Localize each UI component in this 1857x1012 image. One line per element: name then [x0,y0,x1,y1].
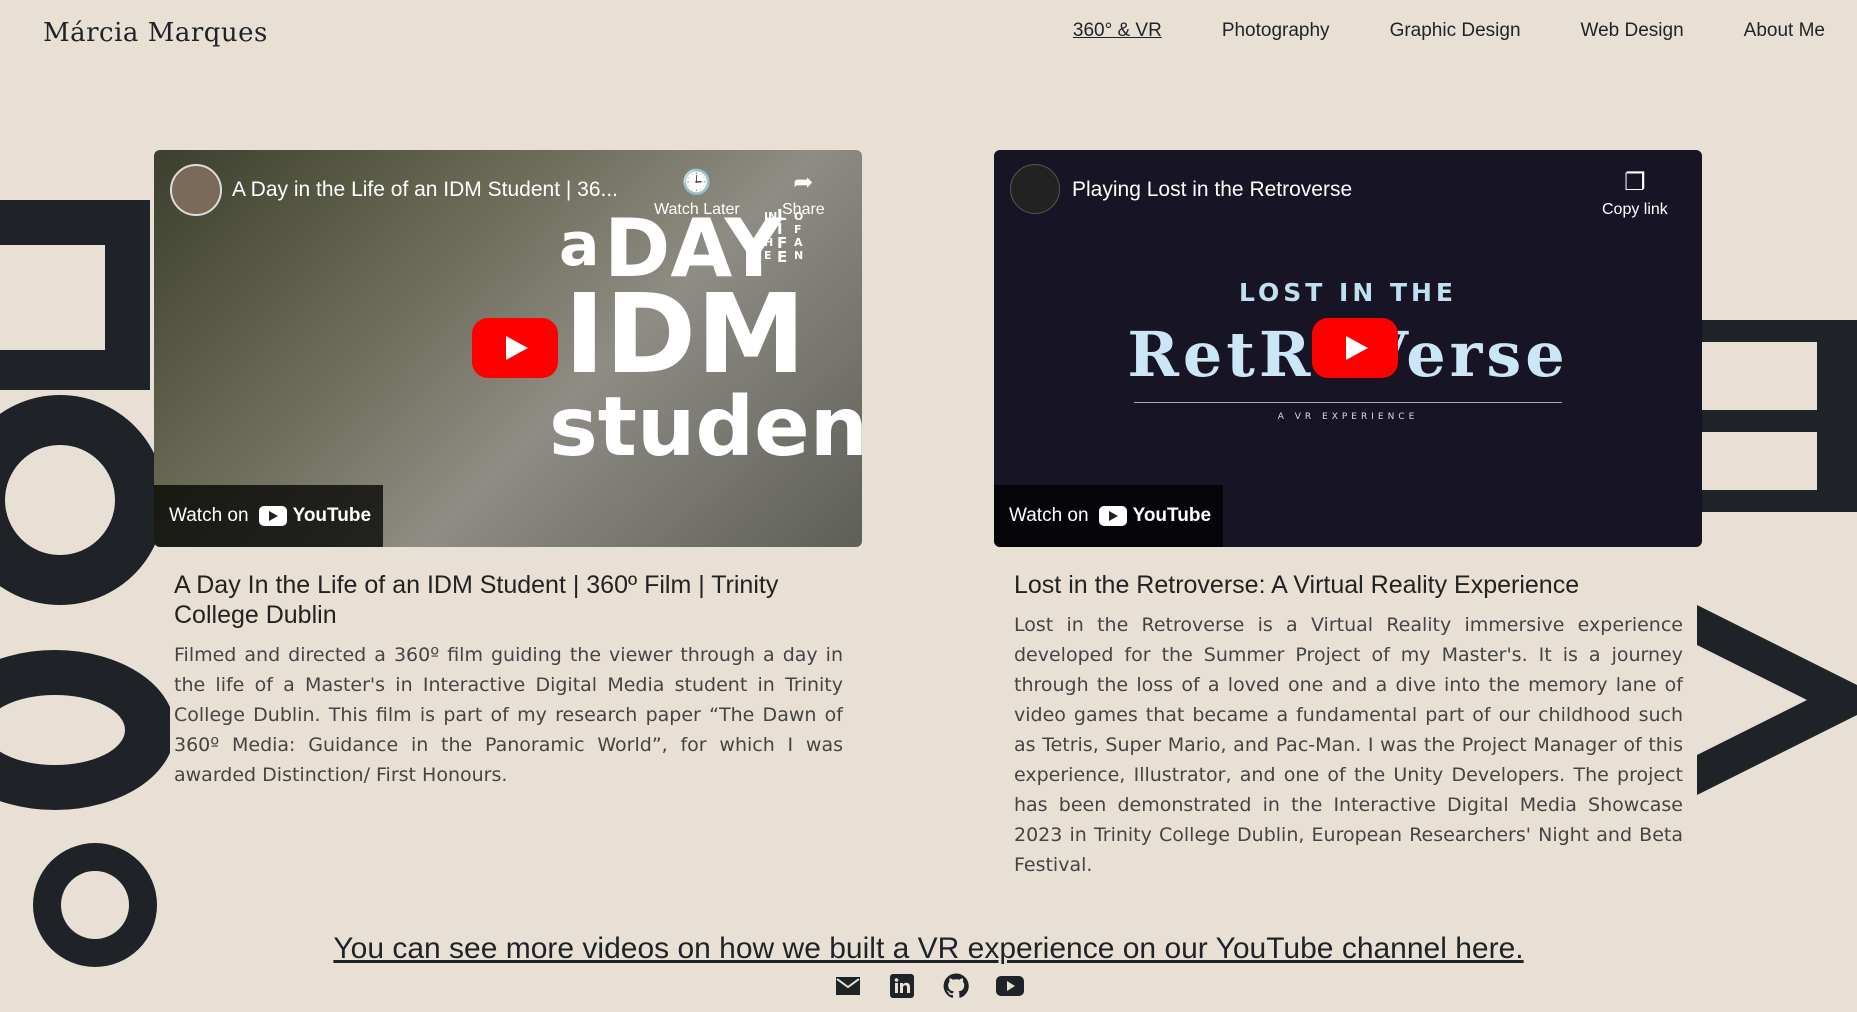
overlay-student: student [549,380,862,475]
youtube-channel-link-row: You can see more videos on how we built … [0,932,1857,966]
copy-link-label: Copy link [1602,201,1668,218]
youtube-logo: YouTube [1098,505,1212,527]
social-links [834,972,1024,1000]
card-title-retroverse: Lost in the Retroverse: A Virtual Realit… [1014,571,1580,599]
youtube-wordmark: YouTube [292,505,372,526]
nav-360-vr[interactable]: 360° & VR [1073,20,1162,42]
youtube-wordmark: YouTube [1132,505,1212,526]
poster-divider [1134,402,1562,403]
share-icon: ➦ [793,169,814,196]
video-title[interactable]: Playing Lost in the Retroverse [1072,178,1352,202]
main-nav: 360° & VR Photography Graphic Design Web… [1073,20,1825,42]
youtube-icon [258,506,287,526]
video-embed-retroverse[interactable]: Playing Lost in the Retroverse ❐ Copy li… [994,150,1702,547]
youtube-logo: YouTube [258,505,372,527]
watch-on-youtube-button[interactable]: Watch on YouTube [154,485,383,547]
nav-photography[interactable]: Photography [1222,20,1330,42]
decorative-vr-text [1697,300,1857,820]
poster-top: LOST IN THE [1238,278,1458,307]
mail-icon[interactable] [834,972,862,1000]
card-title-idm: A Day In the Life of an IDM Student | 36… [174,571,779,629]
channel-avatar[interactable] [1010,164,1060,214]
watch-on-label: Watch on [169,505,249,526]
copy-link-button[interactable]: ❐ Copy link [1602,168,1668,219]
channel-avatar[interactable] [170,164,222,216]
nav-about-me[interactable]: About Me [1744,20,1825,42]
watch-on-youtube-button[interactable]: Watch on YouTube [994,485,1223,547]
youtube-icon [1098,506,1127,526]
decorative-360-text [0,200,170,970]
play-button[interactable] [472,318,558,378]
card-desc-retroverse: Lost in the Retroverse is a Virtual Real… [1014,614,1683,876]
card-desc-idm: Filmed and directed a 360º film guiding … [174,644,843,786]
overlay-of-an: OF AN [794,210,804,262]
nav-web-design[interactable]: Web Design [1581,20,1684,42]
clock-icon: 🕒 [681,169,712,196]
overlay-idm: IDM [564,270,806,398]
poster-sub: A VR EXPERIENCE [1277,412,1419,422]
youtube-icon[interactable] [995,972,1024,1000]
play-button[interactable] [1312,318,1398,378]
overlay-life: LIFE [777,206,788,266]
overlay-in-the: IN THE [764,210,778,262]
linkedin-icon[interactable] [888,972,916,1000]
nav-graphic-design[interactable]: Graphic Design [1390,20,1521,42]
video-embed-idm-student[interactable]: A Day in the Life of an IDM Student | 36… [154,150,862,547]
site-logo[interactable]: Márcia Marques [43,18,268,48]
github-icon[interactable] [942,972,970,1000]
copy-icon: ❐ [1624,169,1646,196]
youtube-channel-link[interactable]: You can see more videos on how we built … [333,932,1523,965]
watch-on-label: Watch on [1009,505,1089,526]
video-title[interactable]: A Day in the Life of an IDM Student | 36… [232,178,618,202]
